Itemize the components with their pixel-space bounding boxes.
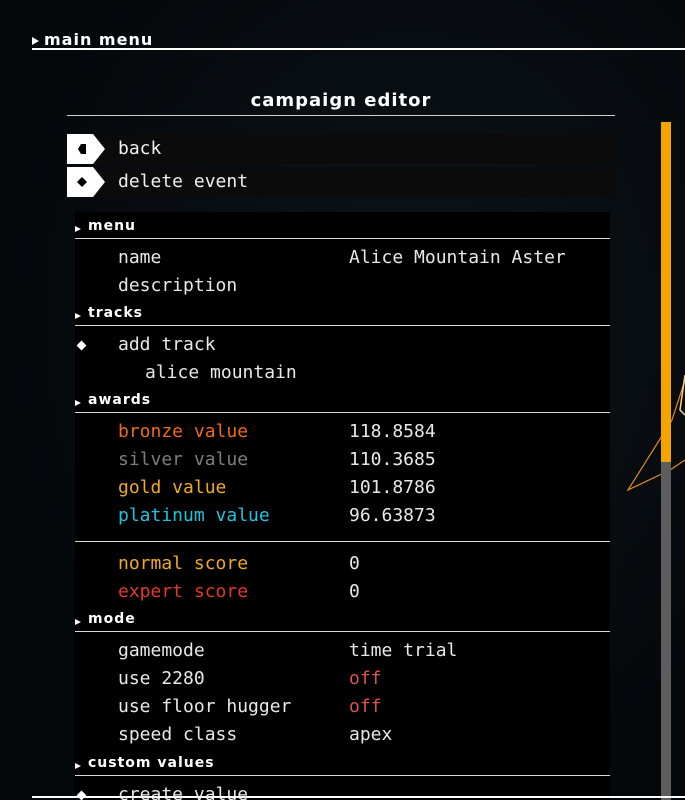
campaign-editor-panel: campaign editor back delete event menu n… [67, 88, 615, 800]
gamemode-row[interactable]: gamemode time trial [67, 638, 615, 666]
section-title: menu [88, 218, 137, 234]
section-divider [75, 238, 610, 239]
row-value: apex [349, 724, 393, 745]
row-label: expert score [118, 581, 249, 602]
main-menu-header[interactable]: main menu [32, 30, 685, 52]
floor-hugger-row[interactable]: use floor hugger off [67, 694, 615, 722]
track-name: alice mountain [145, 362, 297, 383]
section-divider [75, 412, 610, 413]
section-arrow-icon [75, 763, 81, 769]
header-arrow-icon [32, 37, 39, 45]
section-title: mode [88, 611, 136, 627]
track-item[interactable]: alice mountain [67, 360, 615, 388]
row-label: speed class [118, 724, 238, 745]
row-value: 96.63873 [349, 505, 436, 526]
divider-line [75, 541, 610, 542]
diamond-icon [67, 167, 105, 197]
speed-class-row[interactable]: speed class apex [67, 722, 615, 750]
section-arrow-icon [75, 619, 81, 625]
name-row[interactable]: name Alice Mountain Aster [67, 245, 615, 273]
title-divider [67, 115, 615, 116]
section-title: custom values [88, 755, 215, 771]
background-decoration [626, 374, 685, 492]
row-label: use 2280 [118, 668, 205, 689]
bronze-value-row[interactable]: bronze value 118.8584 [67, 419, 615, 447]
section-divider [75, 631, 610, 632]
platinum-value-row[interactable]: platinum value 96.63873 [67, 503, 615, 531]
row-value: 110.3685 [349, 449, 436, 470]
row-value: 118.8584 [349, 421, 436, 442]
delete-event-label: delete event [118, 171, 249, 192]
section-arrow-icon [75, 313, 81, 319]
back-button[interactable]: back [67, 134, 615, 164]
row-label: normal score [118, 553, 249, 574]
row-value: 101.8786 [349, 477, 436, 498]
gold-value-row[interactable]: gold value 101.8786 [67, 475, 615, 503]
scrollbar-thumb[interactable] [661, 122, 671, 462]
row-label: bronze value [118, 421, 249, 442]
section-arrow-icon [75, 400, 81, 406]
section-title: awards [88, 392, 152, 408]
expert-score-row[interactable]: expert score 0 [67, 579, 615, 607]
footer-divider [32, 796, 685, 798]
row-value: time trial [349, 640, 458, 661]
page-title: campaign editor [250, 90, 432, 111]
row-label: name [118, 247, 162, 268]
back-arrow-icon [67, 134, 105, 164]
header-divider [32, 48, 685, 50]
use-2280-row[interactable]: use 2280 off [67, 666, 615, 694]
main-menu-label: main menu [44, 30, 154, 49]
section-arrow-icon [75, 226, 81, 232]
row-value: 0 [349, 553, 360, 574]
description-row[interactable]: description [67, 273, 615, 301]
delete-event-button[interactable]: delete event [67, 167, 615, 197]
diamond-icon [76, 340, 87, 351]
section-title: tracks [88, 305, 143, 321]
row-value: off [349, 696, 382, 717]
row-label: use floor hugger [118, 696, 292, 717]
section-divider [75, 775, 610, 776]
row-value: 0 [349, 581, 360, 602]
row-label: gold value [118, 477, 227, 498]
add-track-button[interactable]: add track [67, 332, 615, 360]
row-label: gamemode [118, 640, 205, 661]
row-label: description [118, 275, 238, 296]
row-label: silver value [118, 449, 249, 470]
silver-value-row[interactable]: silver value 110.3685 [67, 447, 615, 475]
row-value: off [349, 668, 382, 689]
normal-score-row[interactable]: normal score 0 [67, 551, 615, 579]
row-label: add track [118, 334, 216, 355]
back-label: back [118, 138, 162, 159]
section-divider [75, 325, 610, 326]
row-value: Alice Mountain Aster [349, 247, 566, 268]
row-label: platinum value [118, 505, 270, 526]
